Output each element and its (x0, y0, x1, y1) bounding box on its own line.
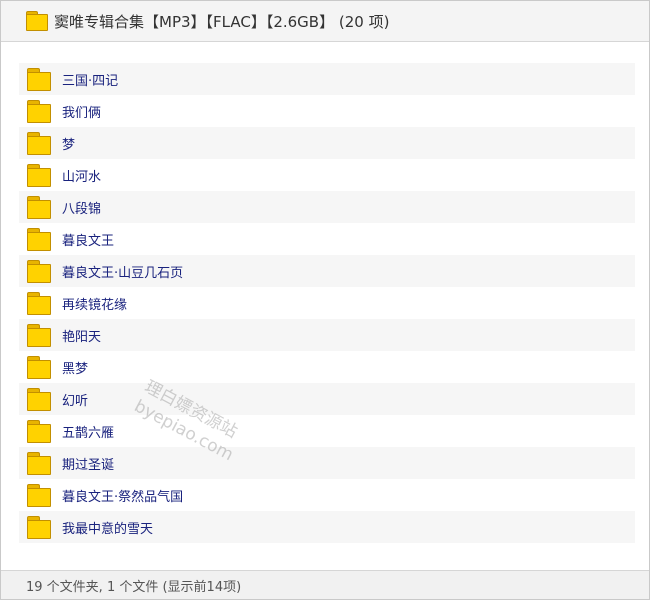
list-item[interactable]: 期过圣诞 (19, 447, 635, 479)
list-item[interactable]: 暮良文王·山豆几石页 (19, 255, 635, 287)
folder-icon (27, 164, 51, 187)
folder-name[interactable]: 山河水 (62, 166, 101, 185)
folder-name[interactable]: 梦 (62, 134, 75, 153)
folder-icon (27, 196, 51, 219)
folder-name[interactable]: 我最中意的雪天 (62, 518, 153, 537)
folder-icon (27, 420, 51, 443)
folder-icon (27, 292, 51, 315)
list-item[interactable]: 山河水 (19, 159, 635, 191)
folder-icon (27, 100, 51, 123)
folder-icon (27, 260, 51, 283)
list-item[interactable]: 我最中意的雪天 (19, 511, 635, 543)
list-item[interactable]: 暮良文王·祭然品气国 (19, 479, 635, 511)
folder-name[interactable]: 再续镜花缘 (62, 294, 127, 313)
status-text: 19 个文件夹, 1 个文件 (显示前14项) (26, 579, 242, 595)
folder-name[interactable]: 暮良文王 (62, 230, 114, 249)
folder-icon (27, 516, 51, 539)
list-item[interactable]: 八段锦 (19, 191, 635, 223)
list-item[interactable]: 五鹊六雁 (19, 415, 635, 447)
folder-icon (27, 356, 51, 379)
folder-name[interactable]: 暮良文王·祭然品气国 (62, 486, 183, 505)
folder-icon (27, 228, 51, 251)
folder-icon (27, 484, 51, 507)
list-item[interactable]: 幻听 (19, 383, 635, 415)
list-item[interactable]: 黑梦 (19, 351, 635, 383)
folder-name[interactable]: 我们俩 (62, 102, 101, 121)
folder-name[interactable]: 期过圣诞 (62, 454, 114, 473)
folder-icon (27, 452, 51, 475)
folder-name[interactable]: 暮良文王·山豆几石页 (62, 262, 183, 281)
page-title: 窦唯专辑合集【MP3】【FLAC】【2.6GB】 (20 项) (54, 12, 390, 31)
list-item[interactable]: 艳阳天 (19, 319, 635, 351)
folder-icon (26, 11, 48, 31)
list-item[interactable]: 梦 (19, 127, 635, 159)
folder-name[interactable]: 幻听 (62, 390, 88, 409)
list-item[interactable]: 再续镜花缘 (19, 287, 635, 319)
folder-name[interactable]: 五鹊六雁 (62, 422, 114, 441)
status-bar: 19 个文件夹, 1 个文件 (显示前14项) (1, 570, 649, 599)
folder-name[interactable]: 黑梦 (62, 358, 88, 377)
folder-icon (27, 388, 51, 411)
list-item[interactable]: 暮良文王 (19, 223, 635, 255)
folder-icon (27, 132, 51, 155)
folder-name[interactable]: 艳阳天 (62, 326, 101, 345)
folder-list: 三国·四记 我们俩 梦 山河水 八段锦 暮良文王 暮良文王·山豆几石页 再续镜花… (19, 63, 635, 543)
folder-icon (27, 68, 51, 91)
folder-name[interactable]: 三国·四记 (62, 70, 118, 89)
list-item[interactable]: 我们俩 (19, 95, 635, 127)
header-bar: 窦唯专辑合集【MP3】【FLAC】【2.6GB】 (20 项) (1, 1, 649, 42)
folder-icon (27, 324, 51, 347)
folder-name[interactable]: 八段锦 (62, 198, 101, 217)
file-browser-window: 窦唯专辑合集【MP3】【FLAC】【2.6GB】 (20 项) 三国·四记 我们… (0, 0, 650, 600)
list-item[interactable]: 三国·四记 (19, 63, 635, 95)
